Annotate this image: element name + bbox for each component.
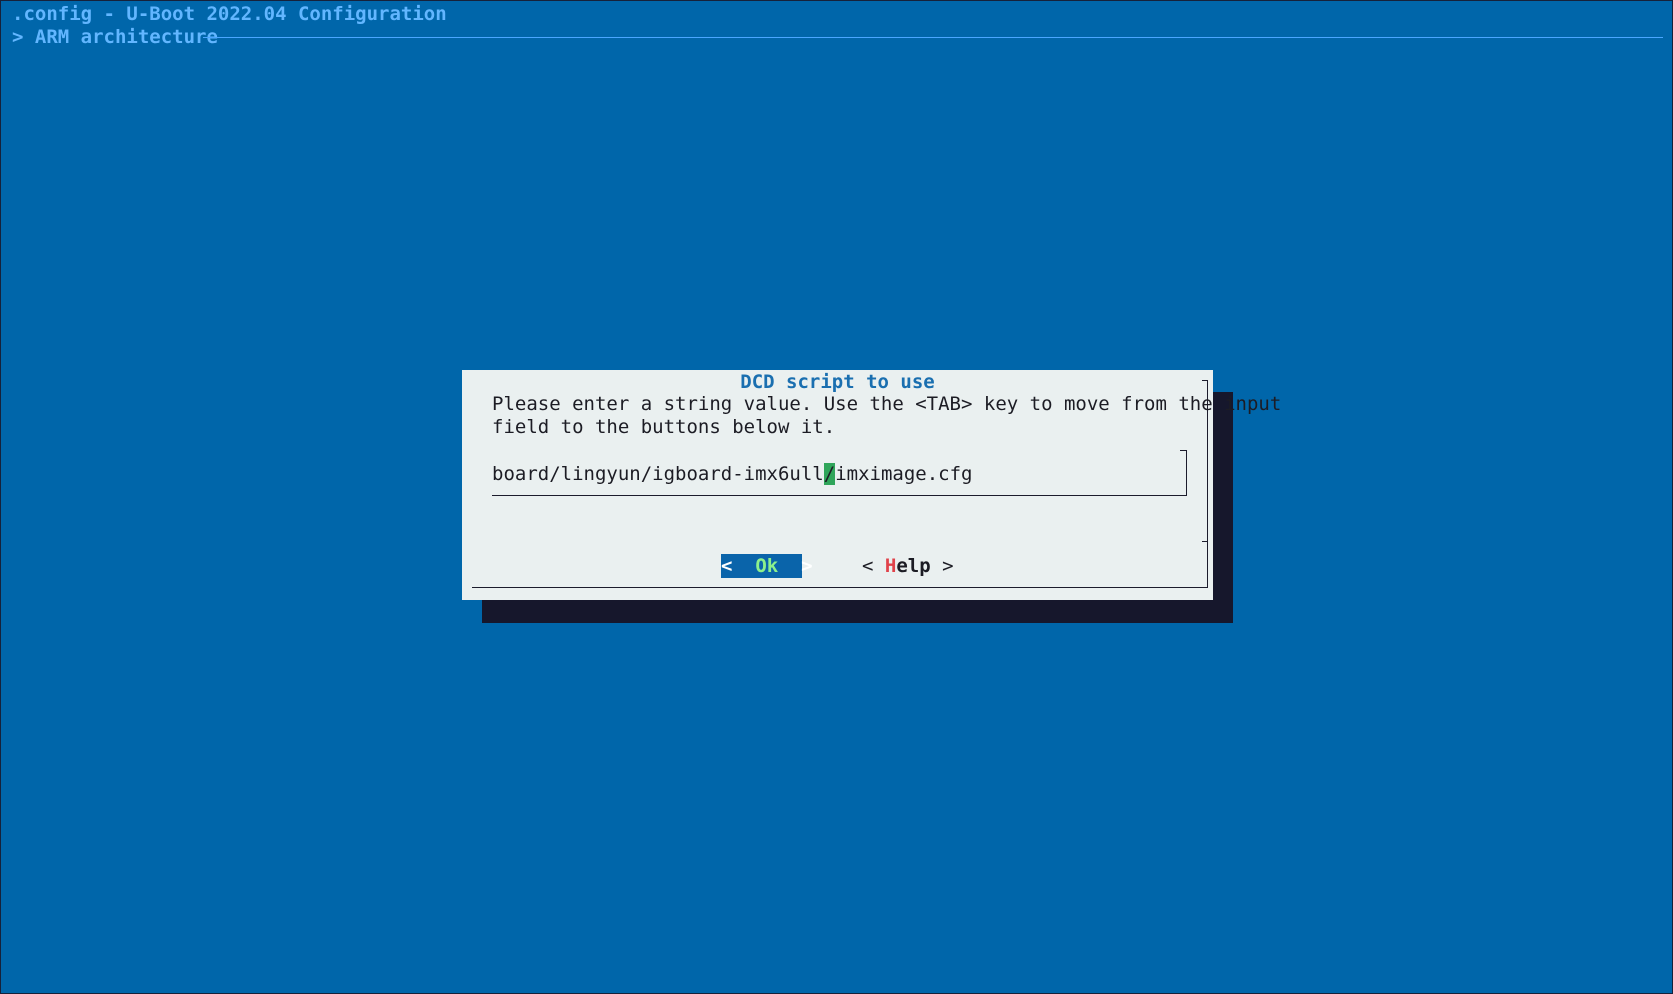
terminal-title: .config - U-Boot 2022.04 Configuration xyxy=(12,3,447,25)
input-border-corner xyxy=(1180,450,1186,451)
ok-button-left-bracket: < xyxy=(721,555,733,577)
help-button-hotkey: H xyxy=(884,555,897,577)
dialog-border-bottom xyxy=(472,587,1208,588)
help-button-left-bracket: < xyxy=(862,555,885,577)
help-button-right-bracket: > xyxy=(930,555,954,577)
ok-button-right-bracket: > xyxy=(801,555,813,577)
string-input-value[interactable]: board/lingyun/igboard-imx6ull/imximage.c… xyxy=(492,463,972,485)
dialog-prompt: Please enter a string value. Use the <TA… xyxy=(492,393,1281,439)
text-cursor: / xyxy=(823,463,836,485)
help-button[interactable]: < Help > xyxy=(862,554,954,578)
ok-button-label: Ok xyxy=(755,555,779,577)
dialog-border-separator xyxy=(1202,541,1207,542)
dialog-prompt-line-1: Please enter a string value. Use the <TA… xyxy=(492,393,1282,415)
dialog-title: DCD script to use xyxy=(740,371,935,393)
breadcrumb: > ARM architecture xyxy=(12,26,218,48)
breadcrumb-divider xyxy=(203,37,1663,38)
input-text-before-cursor: board/lingyun/igboard-imx6ull xyxy=(492,463,824,485)
ok-button[interactable]: < Ok > xyxy=(721,554,813,578)
input-text-after-cursor: imximage.cfg xyxy=(835,463,973,485)
help-button-label: elp xyxy=(896,555,931,577)
dialog-prompt-line-2: field to the buttons below it. xyxy=(492,416,836,438)
